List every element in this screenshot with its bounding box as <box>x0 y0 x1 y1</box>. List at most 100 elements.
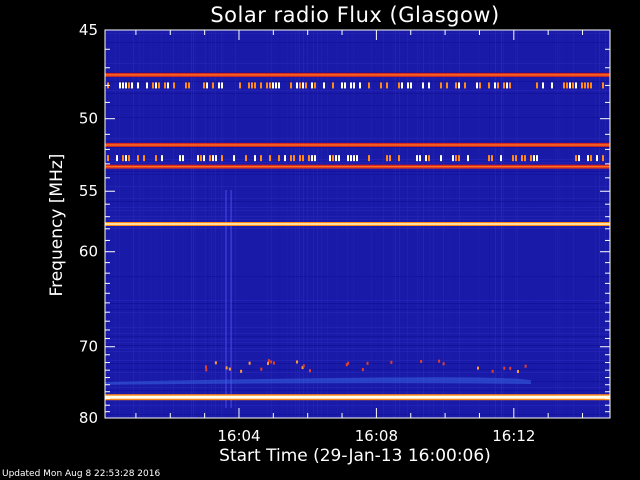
burst-mark <box>572 82 574 89</box>
burst-mark <box>233 155 235 162</box>
burst-mark <box>575 155 577 162</box>
burst-mark <box>503 82 505 89</box>
burst-mark <box>488 82 490 89</box>
burst-mark <box>278 82 280 89</box>
burst-mark <box>455 82 457 89</box>
y-tick-label: 45 <box>79 21 98 39</box>
y-tick-label: 80 <box>79 409 98 427</box>
burst-mark <box>440 155 442 162</box>
noise-row <box>105 303 610 304</box>
burst-mark <box>587 155 589 162</box>
band-core <box>105 74 610 76</box>
burst-mark <box>422 82 424 89</box>
burst-mark <box>188 82 190 89</box>
burst-mark <box>420 360 423 364</box>
burst-mark <box>311 82 313 89</box>
burst-mark <box>344 82 346 89</box>
burst-mark <box>491 155 493 162</box>
burst-mark <box>122 155 124 162</box>
burst-mark <box>452 155 454 162</box>
burst-mark <box>272 82 274 89</box>
burst-mark <box>275 82 277 89</box>
spectrogram-figure: Solar radio Flux (Glasgow) 45 50 55 60 70 80 1… <box>0 0 640 480</box>
burst-mark <box>209 155 211 162</box>
burst-mark <box>455 155 457 162</box>
burst-mark <box>512 155 514 162</box>
burst-mark <box>590 82 592 89</box>
noise-row <box>105 33 610 34</box>
burst-mark <box>353 155 355 162</box>
burst-mark <box>323 82 325 89</box>
burst-mark <box>516 370 519 374</box>
burst-mark <box>137 82 139 89</box>
burst-mark <box>152 82 154 89</box>
burst-mark <box>260 82 262 89</box>
burst-mark <box>494 82 496 89</box>
burst-mark <box>425 155 427 162</box>
noise-row <box>105 207 610 208</box>
burst-mark <box>225 366 228 370</box>
burst-mark <box>305 82 307 89</box>
noise-row <box>105 141 610 142</box>
burst-mark <box>533 155 535 162</box>
burst-mark <box>477 366 480 370</box>
burst-mark <box>293 155 295 162</box>
burst-mark <box>119 82 121 89</box>
burst-mark <box>299 82 301 89</box>
burst-mark <box>440 82 442 89</box>
burst-mark <box>125 155 127 162</box>
burst-mark <box>214 361 217 365</box>
burst-mark <box>509 366 512 370</box>
burst-mark <box>575 82 577 89</box>
burst-mark <box>296 82 298 89</box>
updated-timestamp: Updated Mon Aug 8 22:53:28 2016 <box>2 469 161 479</box>
burst-mark <box>245 155 247 162</box>
burst-mark <box>122 82 124 89</box>
burst-mark <box>602 155 604 162</box>
noise-row <box>105 336 610 337</box>
noise-row <box>105 372 610 373</box>
burst-mark <box>296 360 299 364</box>
burst-mark <box>182 155 184 162</box>
burst-mark <box>338 155 340 162</box>
noise-row <box>105 198 610 199</box>
burst-mark <box>359 82 361 89</box>
burst-mark <box>590 155 592 162</box>
burst-mark <box>458 155 460 162</box>
burst-mark <box>398 82 400 89</box>
burst-mark <box>410 82 412 89</box>
burst-mark <box>467 155 469 162</box>
x-tick-label: 16:12 <box>492 427 535 445</box>
burst-mark <box>212 82 214 89</box>
burst-mark <box>347 361 350 365</box>
burst-mark <box>161 155 163 162</box>
noise-row <box>105 414 610 415</box>
burst-mark <box>386 82 388 89</box>
noise-row <box>105 117 610 118</box>
burst-mark <box>542 82 544 89</box>
burst-mark <box>356 155 358 162</box>
burst-mark <box>137 155 139 162</box>
burst-mark <box>128 155 130 162</box>
burst-mark <box>386 155 388 162</box>
noise-row <box>105 327 610 328</box>
burst-mark <box>524 155 526 162</box>
burst-mark <box>254 155 256 162</box>
noise-row <box>105 363 610 364</box>
burst-mark <box>368 155 370 162</box>
burst-mark <box>203 82 205 89</box>
burst-mark <box>581 82 583 89</box>
burst-mark <box>332 155 334 162</box>
noise-row <box>105 162 610 163</box>
noise-row <box>105 42 610 43</box>
burst-mark <box>438 359 441 363</box>
burst-mark <box>125 82 127 89</box>
burst-mark <box>515 155 517 162</box>
noise-row <box>105 312 610 313</box>
burst-mark <box>341 82 343 89</box>
burst-mark <box>308 155 310 162</box>
noise-row <box>105 63 610 64</box>
burst-mark <box>215 155 217 162</box>
burst-mark <box>284 155 286 162</box>
noise-row <box>105 348 610 349</box>
